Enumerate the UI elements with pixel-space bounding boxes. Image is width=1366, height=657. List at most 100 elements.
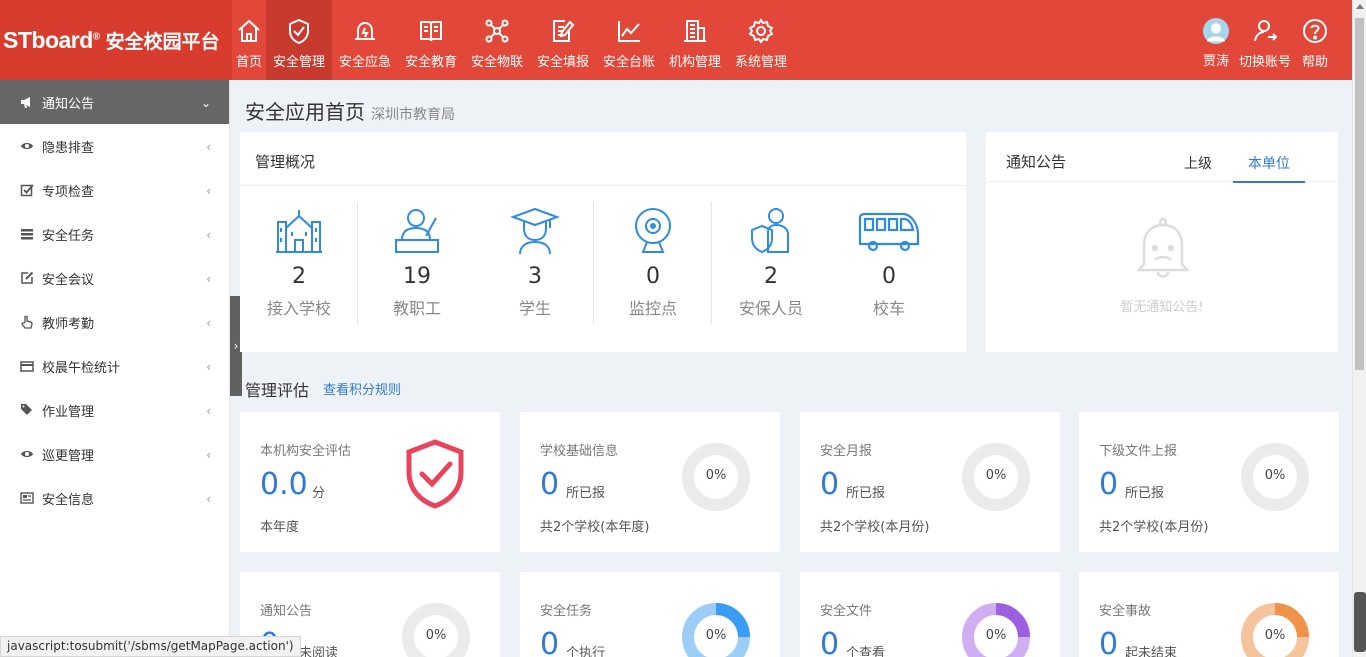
overview-card: 管理概况 2 接入学校 19 教职工 3 学生 0 监控点 2 安保人员 0 校… (240, 132, 966, 352)
brand-logo: STboard® (3, 26, 100, 53)
stat-schools[interactable]: 2 接入学校 (240, 202, 358, 324)
sidebar-item-morning-check[interactable]: 校晨午检统计 ‹ (0, 344, 229, 388)
chart-line-icon (618, 20, 640, 42)
help-button[interactable]: 帮助 (1296, 0, 1334, 80)
eval-card-monthly-report[interactable]: 安全月报 0 所已报 共2个学校(本月份) 0% (800, 412, 1060, 552)
chevron-left-icon: ‹ (206, 492, 211, 506)
tags-icon (20, 403, 34, 417)
user-menu[interactable]: 贾涛 (1198, 0, 1234, 80)
sidebar-item-patrol[interactable]: 巡更管理 ‹ (0, 432, 229, 476)
empty-bell-icon (1136, 217, 1190, 278)
eye-icon (20, 139, 34, 153)
network-icon (485, 19, 509, 42)
help-icon (1303, 18, 1327, 43)
chevron-left-icon: ‹ (206, 140, 211, 154)
eval-card-file[interactable]: 安全文件 0 个查看 0% (800, 572, 1060, 657)
tasks-icon (20, 227, 34, 241)
nav-safety-management[interactable]: 安全管理 (266, 0, 332, 80)
shield-check-icon (406, 439, 464, 509)
score-rules-link[interactable]: 查看积分规则 (323, 379, 401, 398)
stat-buses[interactable]: 0 校车 (830, 202, 948, 319)
scroll-up-icon[interactable] (1356, 4, 1364, 9)
eye-icon (20, 447, 34, 461)
bus-icon (858, 212, 920, 252)
stat-security-staff[interactable]: 2 安保人员 (712, 202, 830, 319)
nav-system[interactable]: 系统管理 (728, 0, 794, 80)
sidebar-item-attendance[interactable]: 教师考勤 ‹ (0, 300, 229, 344)
eval-card-org-score[interactable]: 本机构安全评估 0.0 分 本年度 (240, 412, 500, 552)
building-icon (684, 19, 706, 42)
brand[interactable]: STboard® 安全校园平台 (0, 0, 232, 80)
header-right: 贾涛 切换账号 帮助 (1198, 0, 1334, 80)
scroll-thumb[interactable] (1355, 18, 1364, 370)
switch-account-button[interactable]: 切换账号 (1234, 0, 1296, 80)
gear-icon (748, 17, 774, 44)
page-title: 安全应用首页 深圳市教育局 (245, 100, 455, 124)
browser-status-bar: javascript:tosubmit('/sbms/getMapPage.ac… (0, 636, 301, 657)
notice-empty-text: 暂无通知公告! (1120, 300, 1204, 315)
sidebar-item-hazard[interactable]: 隐患排查 ‹ (0, 124, 229, 168)
nav-organization[interactable]: 机构管理 (662, 0, 728, 80)
school-icon (276, 210, 322, 253)
notice-card: 通知公告 上级 本单位 暂无通知公告! (986, 132, 1338, 352)
nav-home[interactable]: 首页 (232, 0, 266, 80)
guard-icon (751, 208, 789, 254)
switch-user-icon (1253, 19, 1278, 41)
pencil-square-icon (20, 271, 34, 285)
nav-education[interactable]: 安全教育 (398, 0, 464, 80)
chevron-left-icon: ‹ (206, 316, 211, 330)
chevron-left-icon: ‹ (206, 404, 211, 418)
chevron-down-icon: ⌄ (200, 96, 211, 110)
stat-students[interactable]: 3 学生 (476, 202, 594, 324)
stat-monitors[interactable]: 0 监控点 (594, 202, 712, 324)
eval-card-accident[interactable]: 安全事故 0 起未结束 0% (1079, 572, 1339, 657)
chevron-left-icon: ‹ (206, 184, 211, 198)
nav-report[interactable]: 安全填报 (530, 0, 596, 80)
overview-title: 管理概况 (240, 132, 966, 186)
chevron-right-icon: › (233, 339, 239, 353)
evaluation-title: 管理评估 (245, 381, 310, 400)
overview-stats: 2 接入学校 19 教职工 3 学生 0 监控点 2 安保人员 0 校车 (240, 186, 966, 324)
chevron-left-icon: ‹ (206, 448, 211, 462)
nav-iot[interactable]: 安全物联 (464, 0, 530, 80)
webcam-icon (635, 208, 671, 253)
checkbox-icon (20, 183, 34, 197)
graduate-icon (510, 207, 560, 255)
stat-staff[interactable]: 19 教职工 (358, 202, 476, 319)
tab-own-unit[interactable]: 本单位 (1233, 153, 1305, 183)
floating-widget[interactable] (1354, 592, 1366, 652)
card-icon (20, 359, 34, 373)
edit-icon (553, 19, 575, 42)
tab-superior[interactable]: 上级 (1184, 153, 1212, 173)
eval-card-school-info[interactable]: 学校基础信息 0 所已报 共2个学校(本年度) 0% (520, 412, 780, 552)
eval-card-task[interactable]: 安全任务 0 个执行 0% (520, 572, 780, 657)
sidebar-item-notice[interactable]: 通知公告 ⌄ (0, 80, 229, 124)
user-avatar-icon (1206, 22, 1226, 41)
nav-ledger[interactable]: 安全台账 (596, 0, 662, 80)
page-subtitle: 深圳市教育局 (371, 107, 455, 123)
teacher-icon (395, 209, 439, 253)
notice-header: 通知公告 上级 本单位 (986, 132, 1338, 183)
eval-card-file-upload[interactable]: 下级文件上报 0 所已报 共2个学校(本月份) 0% (1079, 412, 1339, 552)
alarm-icon (355, 21, 375, 40)
avatar (1202, 17, 1229, 44)
brand-name: 安全校园平台 (105, 30, 220, 53)
newspaper-icon (20, 491, 34, 505)
sidebar-item-meeting[interactable]: 安全会议 ‹ (0, 256, 229, 300)
home-icon (238, 19, 260, 42)
sidebar-item-safety-info[interactable]: 安全信息 ‹ (0, 476, 229, 520)
sidebar-item-special-check[interactable]: 专项检查 ‹ (0, 168, 229, 212)
hand-pointer-icon (20, 315, 34, 329)
sidebar-item-homework[interactable]: 作业管理 ‹ (0, 388, 229, 432)
chevron-left-icon: ‹ (206, 228, 211, 242)
nav-emergency[interactable]: 安全应急 (332, 0, 398, 80)
notice-title: 通知公告 (1006, 153, 1067, 171)
page-scrollbar[interactable] (1352, 0, 1366, 657)
megaphone-icon (20, 95, 34, 109)
chevron-left-icon: ‹ (206, 360, 211, 374)
sidebar-item-task[interactable]: 安全任务 ‹ (0, 212, 229, 256)
book-icon (420, 20, 442, 41)
shield-check-icon (289, 18, 309, 44)
top-header: STboard® 安全校园平台 首页 安全管理 安全应急 安全教育 安全物联 安… (0, 0, 1352, 80)
sidebar: 通知公告 ⌄ 隐患排查 ‹ 专项检查 ‹ 安全任务 ‹ 安全会议 ‹ 教师考勤 … (0, 80, 230, 657)
